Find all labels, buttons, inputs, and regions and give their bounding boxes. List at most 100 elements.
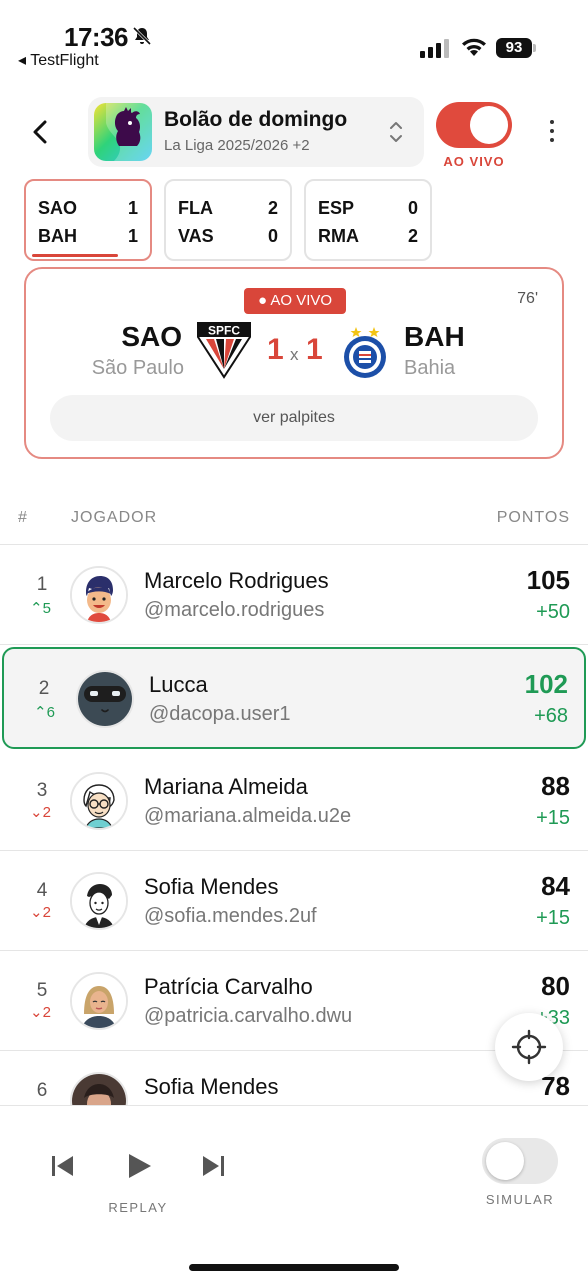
league-selector[interactable]: Bolão de domingo La Liga 2025/2026 +2 — [88, 97, 424, 167]
rank-change-up: ⌃6 — [34, 704, 55, 721]
player-points: 105 — [526, 565, 570, 595]
player-name: Sofia Mendes — [144, 1074, 279, 1099]
rank-header-pos: # — [18, 509, 28, 526]
rank-position: 1 — [36, 574, 48, 595]
live-match-card: ● AO VIVO 76' SAO São Paulo SPFC 1 x 1 B… — [24, 267, 564, 459]
player-points: 102 — [524, 669, 568, 699]
more-options-icon[interactable] — [546, 120, 558, 146]
home-team-name: São Paulo — [91, 357, 184, 379]
match-team-code: VAS — [178, 226, 214, 246]
robot-avatar-icon — [76, 670, 134, 728]
player-name: Marcelo Rodrigues — [144, 568, 329, 593]
player-points-gain: +68 — [534, 705, 568, 727]
rank-change-down: ⌄2 — [30, 904, 51, 921]
match-team-code: BAH — [38, 226, 77, 246]
play-icon[interactable] — [124, 1150, 154, 1182]
match-tab-sao-bah[interactable]: SAO 1 BAH 1 — [24, 179, 152, 261]
away-team-name: Bahia — [404, 357, 456, 379]
glasses-avatar-icon — [70, 772, 128, 830]
live-toggle-label: AO VIVO — [443, 154, 505, 169]
player-points-gain: +50 — [536, 601, 570, 623]
match-team-code: SAO — [38, 198, 78, 218]
rank-position: 6 — [36, 1080, 48, 1101]
home-score: 1 — [267, 333, 284, 366]
away-team-code: BAH — [404, 321, 465, 352]
battery-level: 93 — [496, 38, 532, 58]
simular-toggle[interactable] — [482, 1138, 558, 1184]
ver-palpites-button[interactable]: ver palpites — [50, 395, 538, 441]
simular-label: SIMULAR — [485, 1192, 555, 1207]
rank-header-player: JOGADOR — [71, 509, 158, 526]
home-team-code: SAO — [121, 321, 182, 352]
ranking-row[interactable]: 4 ⌄2 Sofia Mendes @sofia.mendes.2uf 84 +… — [0, 851, 588, 951]
bahia-crest-icon — [344, 327, 386, 378]
live-toggle[interactable] — [436, 102, 512, 148]
live-badge: ● AO VIVO — [244, 288, 346, 314]
league-subtitle: La Liga 2025/2026 +2 — [164, 137, 310, 154]
match-team-code: FLA — [178, 198, 213, 218]
chevron-up-down-icon — [390, 122, 402, 142]
rank-header-points: PONTOS — [496, 509, 570, 526]
player-points: 80 — [541, 971, 570, 1001]
player-handle: @marcelo.rodrigues — [144, 599, 325, 621]
ranking-row[interactable]: 1 ⌃5 Marcelo Rodrigues @marcelo.rodrigue… — [0, 545, 588, 645]
replay-label: REPLAY — [108, 1200, 168, 1215]
skip-back-icon[interactable] — [48, 1150, 78, 1182]
player-name: Mariana Almeida — [144, 774, 308, 799]
match-team-code: RMA — [318, 226, 359, 246]
player-name: Patrícia Carvalho — [144, 974, 313, 999]
sao-paulo-crest-icon: SPFC — [197, 322, 251, 379]
match-tab-fla-vas[interactable]: FLA 2 VAS 0 — [164, 179, 292, 261]
player-handle: @dacopa.user1 — [149, 703, 291, 725]
locate-me-button[interactable] — [495, 1013, 563, 1081]
svg-text:SPFC: SPFC — [208, 324, 240, 338]
bell-muted-icon — [132, 26, 152, 46]
match-progress-bar — [32, 254, 118, 257]
rank-change-up: ⌃5 — [30, 600, 51, 617]
signal-icon — [420, 39, 449, 58]
player-points: 84 — [541, 871, 570, 901]
match-team-score: 1 — [127, 226, 138, 246]
wifi-icon — [462, 38, 486, 56]
replay-controls-bar: REPLAY SIMULAR — [0, 1105, 588, 1280]
rank-position: 2 — [38, 678, 50, 699]
rank-position: 3 — [36, 780, 48, 801]
boy-avatar-icon — [70, 566, 128, 624]
match-minute: 76' — [517, 290, 538, 307]
match-tab-esp-rma[interactable]: ESP 0 RMA 2 — [304, 179, 432, 261]
photo-avatar-icon — [70, 1072, 128, 1105]
skip-forward-icon[interactable] — [198, 1150, 228, 1182]
battery-icon: 93 — [496, 38, 538, 58]
crosshair-icon — [511, 1029, 547, 1065]
status-time: 17:36 — [64, 22, 129, 52]
match-team-score: 0 — [267, 226, 278, 246]
sketch-avatar-icon — [70, 872, 128, 930]
player-handle: @sofia.mendes.2uf — [144, 905, 317, 927]
woman-avatar-icon — [70, 972, 128, 1030]
premier-league-logo — [94, 103, 152, 161]
player-name: Lucca — [149, 672, 208, 697]
player-name: Sofia Mendes — [144, 874, 279, 899]
rank-change-down: ⌄2 — [30, 804, 51, 821]
match-team-score: 2 — [267, 198, 278, 218]
player-points-gain: +15 — [536, 807, 570, 829]
score-separator: x — [290, 345, 299, 364]
player-points: 88 — [541, 771, 570, 801]
match-team-code: ESP — [318, 198, 355, 218]
rank-position: 4 — [36, 880, 48, 901]
match-team-score: 0 — [407, 198, 418, 218]
rank-position: 5 — [36, 980, 48, 1001]
back-chevron-icon[interactable] — [28, 118, 54, 146]
ranking-row-current-user[interactable]: 2 ⌃6 Lucca @dacopa.user1 102 +68 — [2, 647, 586, 749]
away-score: 1 — [306, 333, 323, 366]
player-handle: @patricia.carvalho.dwu — [144, 1005, 353, 1027]
match-team-score: 2 — [407, 226, 418, 246]
player-points-gain: +15 — [536, 907, 570, 929]
league-title: Bolão de domingo — [164, 108, 348, 131]
rank-change-down: ⌄2 — [30, 1004, 51, 1021]
back-to-app-link[interactable]: ◂ TestFlight — [18, 50, 99, 70]
player-handle: @mariana.almeida.u2e — [144, 805, 352, 827]
ranking-row[interactable]: 3 ⌄2 Mariana Almeida @mariana.almeida.u2… — [0, 751, 588, 851]
match-team-score: 1 — [127, 198, 138, 218]
home-indicator — [189, 1264, 399, 1271]
